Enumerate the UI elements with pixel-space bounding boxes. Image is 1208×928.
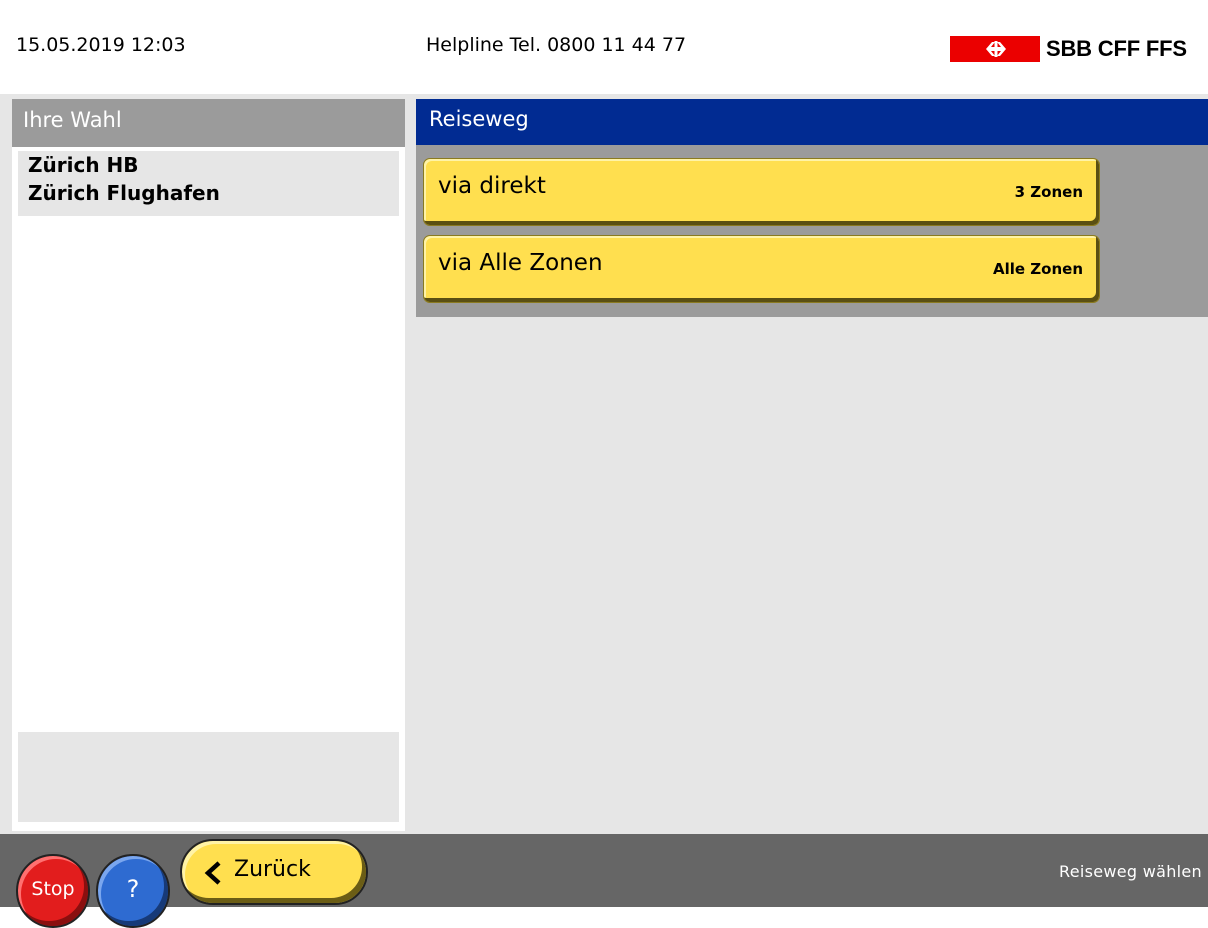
- status-text: Reiseweg wählen: [1059, 862, 1202, 881]
- datetime: 15.05.2019 12:03: [16, 34, 186, 56]
- route-option-alle-zonen-button[interactable]: via Alle Zonen Alle Zonen: [423, 235, 1100, 303]
- header: 15.05.2019 12:03 Helpline Tel. 0800 11 4…: [0, 0, 1208, 94]
- help-button[interactable]: ?: [96, 854, 170, 928]
- helpline: Helpline Tel. 0800 11 44 77: [426, 34, 687, 56]
- back-button-label: Zurück: [234, 857, 311, 882]
- back-button[interactable]: Zurück: [180, 839, 368, 905]
- route-option-direkt-button[interactable]: via direkt 3 Zonen: [423, 158, 1100, 226]
- selection-panel-title: Ihre Wahl: [12, 99, 405, 147]
- route-panel-title: Reiseweg: [416, 99, 1208, 145]
- selection-summary: Zürich HB Zürich Flughafen: [18, 151, 399, 216]
- stop-button[interactable]: Stop: [16, 854, 90, 928]
- route-options: via direkt 3 Zonen via Alle Zonen Alle Z…: [416, 145, 1208, 317]
- logo-text: SBB CFF FFS: [1046, 36, 1187, 61]
- chevron-left-icon: [204, 861, 222, 889]
- footer-bar: Stop ? Zurück Reiseweg wählen: [0, 834, 1208, 928]
- route-option-zones: Alle Zonen: [993, 260, 1083, 278]
- route-option-label: via Alle Zonen: [438, 250, 603, 276]
- selection-from: Zürich HB: [28, 153, 139, 177]
- selection-panel: Ihre Wahl Zürich HB Zürich Flughafen: [12, 99, 405, 831]
- sbb-flag-icon: [950, 36, 1040, 62]
- selection-to: Zürich Flughafen: [28, 181, 220, 205]
- route-option-label: via direkt: [438, 173, 546, 199]
- info-box: [18, 732, 399, 822]
- route-option-zones: 3 Zonen: [1014, 183, 1083, 201]
